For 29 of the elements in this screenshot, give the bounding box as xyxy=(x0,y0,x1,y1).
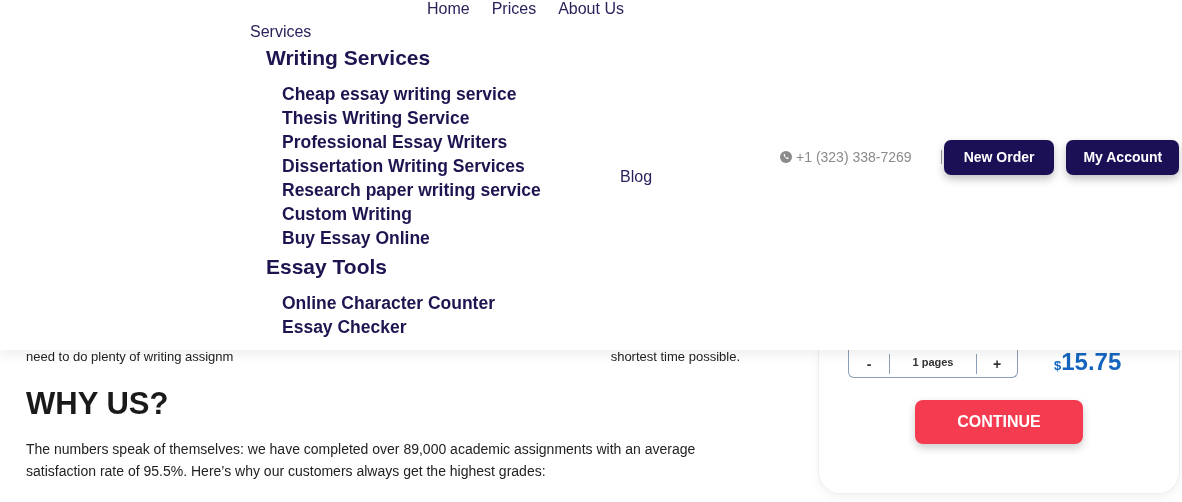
menu-link[interactable]: Research paper writing service xyxy=(282,178,541,202)
price: $15.75 xyxy=(1054,350,1122,377)
menu-link[interactable]: Online Character Counter xyxy=(282,291,495,315)
nav-link[interactable]: Prices xyxy=(491,0,537,18)
menu-link[interactable]: Cheap essay writing service xyxy=(282,82,517,106)
pages-value: 1 pages xyxy=(889,353,977,374)
nav-link[interactable]: Blog xyxy=(620,168,653,186)
decrement-button[interactable]: - xyxy=(849,352,889,375)
menu-link[interactable]: Custom Writing xyxy=(282,202,412,226)
phone-icon xyxy=(780,151,793,163)
account-button[interactable]: My Account xyxy=(1066,139,1180,175)
menu-group-title: Writing Services xyxy=(266,46,432,70)
continue-button[interactable]: CONTINUE xyxy=(915,400,1083,444)
menu-link[interactable]: Thesis Writing Service xyxy=(282,106,470,130)
menu-link[interactable]: Essay Checker xyxy=(282,315,407,339)
section-paragraph: The numbers speak of themselves: we have completed over 89,000 academic assignments with an average satisfaction rate of 95.5%. Here’s why our customers always get the highest grades: xyxy=(26,440,697,481)
paragraph-text: shortest time possible. xyxy=(610,350,740,364)
nav-link[interactable]: Home xyxy=(427,0,470,18)
increment-button[interactable]: + xyxy=(977,352,1017,375)
nav-link[interactable]: Services xyxy=(250,23,620,41)
menu-link[interactable]: Professional Essay Writers xyxy=(282,130,508,154)
menu-group-title: Essay Tools xyxy=(266,255,388,279)
menu-link[interactable]: Buy Essay Online xyxy=(282,226,430,250)
new-order-button[interactable]: New Order xyxy=(943,139,1055,175)
paragraph-text: need to do plenty of writing assignm xyxy=(26,350,234,364)
menu-link[interactable]: Dissertation Writing Services xyxy=(282,154,525,178)
nav-link[interactable]: About Us xyxy=(558,0,624,18)
section-heading: WHY US? xyxy=(26,386,170,422)
phone-number: +1 (323) 338-7269 xyxy=(796,149,912,165)
